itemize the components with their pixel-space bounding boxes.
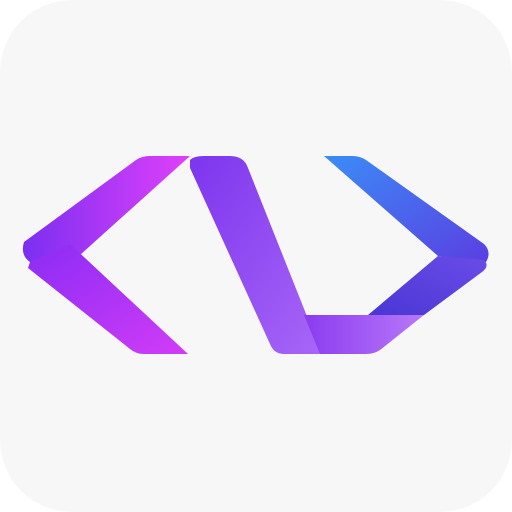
left-bracket-lower-stroke (28, 244, 188, 354)
right-bracket-upper-stroke (324, 156, 489, 262)
right-bracket-lower-stroke (368, 256, 487, 315)
slash-stroke (190, 156, 322, 354)
bottom-connector-stroke (304, 315, 424, 354)
code-brackets-icon (22, 156, 489, 354)
left-bracket-upper-stroke (22, 156, 190, 264)
app-icon-tile (0, 0, 512, 512)
